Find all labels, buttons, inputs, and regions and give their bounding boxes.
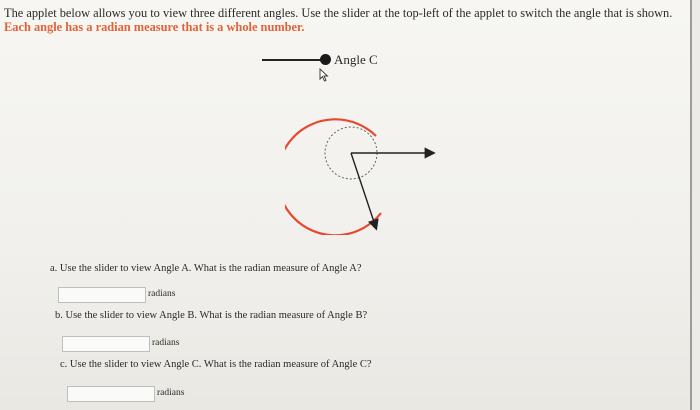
answer-input-b[interactable]	[62, 336, 150, 352]
angle-diagram	[285, 118, 436, 235]
applet-page: The applet below allows you to view thre…	[0, 0, 692, 410]
slider-knob[interactable]	[320, 54, 331, 65]
instructions-main: The applet below allows you to view thre…	[4, 6, 673, 20]
terminal-ray	[350, 152, 379, 231]
question-c: c. Use the slider to view Angle C. What …	[60, 359, 372, 370]
question-b: b. Use the slider to view Angle B. What …	[55, 310, 368, 321]
question-a: a. Use the slider to view Angle A. What …	[50, 263, 362, 274]
angle-arc	[285, 118, 382, 235]
answer-input-c[interactable]	[67, 386, 155, 402]
unit-label-a: radians	[148, 289, 176, 299]
unit-label-c: radians	[157, 388, 185, 398]
unit-label-b: radians	[152, 338, 180, 348]
instructions-text: The applet below allows you to view thre…	[4, 6, 694, 34]
answer-input-a[interactable]	[58, 287, 146, 303]
slider-track[interactable]	[262, 59, 326, 61]
instructions-highlight: Each angle has a radian measure that is …	[4, 20, 305, 34]
cursor-arrow-icon	[319, 68, 329, 82]
angle-slider[interactable]: Angle C	[262, 50, 392, 90]
slider-label: Angle C	[334, 52, 378, 67]
